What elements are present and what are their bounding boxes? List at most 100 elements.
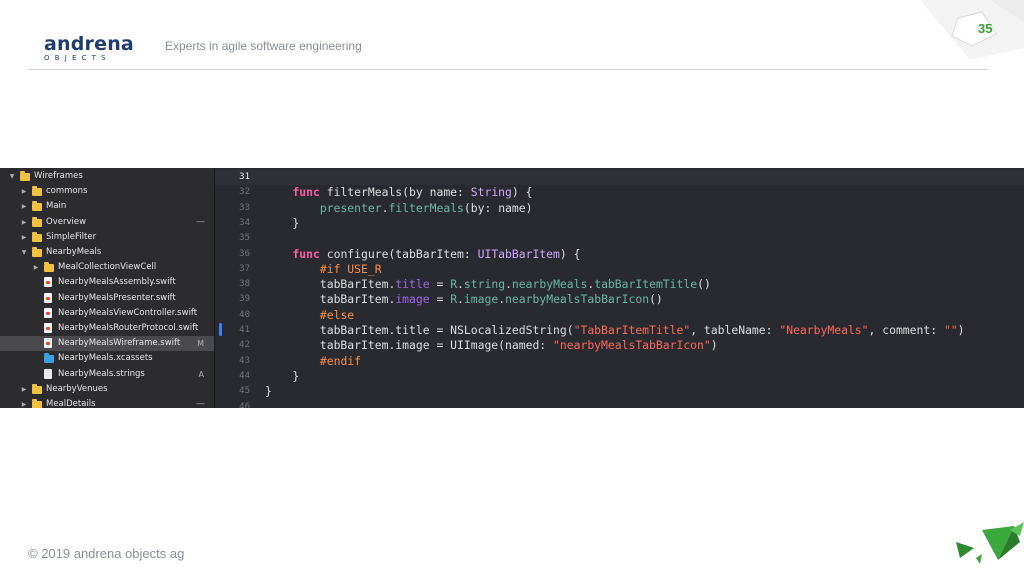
code-token: = [429, 277, 451, 292]
code-token: func [292, 185, 320, 200]
code-line[interactable]: 40 #else [215, 308, 1024, 323]
code-token: ) [710, 338, 718, 353]
code-token: UITabBarItem [477, 246, 560, 261]
code-line[interactable]: 33 presenter.filterMeals(by: name) [215, 201, 1024, 216]
code-line[interactable]: 45} [215, 384, 1024, 399]
code-token: , tableName: [690, 323, 780, 337]
code-token: . [457, 292, 464, 307]
code-text: func configure(tabBarItem: UITabBarItem)… [265, 247, 580, 262]
navigator-item[interactable]: NearbyMealsAssembly.swift [0, 275, 214, 290]
code-editor: 31 32 func filterMeals(by name: String) {… [215, 168, 1024, 408]
line-number: 36 [239, 248, 250, 259]
disclosure-expanded-icon[interactable]: ▼ [8, 169, 16, 184]
scm-status-minus: — [196, 399, 205, 408]
disclosure-collapsed-icon[interactable]: ▶ [32, 260, 40, 275]
disclosure-collapsed-icon[interactable]: ▶ [20, 199, 28, 214]
code-token: image [463, 292, 499, 307]
line-number: 37 [239, 263, 250, 274]
line-number: 41 [239, 325, 250, 335]
folder-icon [32, 216, 42, 227]
navigator-item-label: NearbyMealsViewController.swift [58, 307, 198, 318]
folder-icon [32, 201, 42, 212]
code-token: ) { [559, 246, 581, 261]
code-line[interactable]: 35 [215, 231, 1024, 246]
disclosure-collapsed-icon[interactable]: ▶ [20, 230, 28, 245]
code-token: filterMeals [388, 200, 464, 215]
code-line[interactable]: 43 #endif [215, 354, 1024, 369]
line-number: 44 [239, 370, 250, 381]
code-text: tabBarItem.title = R.string.nearbyMeals.… [265, 277, 711, 292]
navigator-item-label: NearbyMealsPresenter.swift [58, 292, 176, 303]
navigator-item[interactable]: NearbyMeals.strings A [0, 367, 214, 382]
code-token: nearbyMealsTabBarIcon [505, 292, 650, 307]
line-number: 34 [239, 217, 250, 228]
disclosure-collapsed-icon[interactable]: ▶ [20, 215, 28, 230]
code-token: tabBarItem.image = UIImage(named: [265, 338, 554, 353]
code-token: "" [943, 323, 958, 337]
navigator-item[interactable]: NearbyMealsRouterProtocol.swift [0, 321, 214, 336]
navigator-item[interactable]: ▶ NearbyVenues [0, 382, 214, 397]
navigator-item-label: NearbyMealsWireframe.swift [58, 338, 181, 349]
navigator-item-label: MealCollectionViewCell [58, 262, 157, 273]
navigator-item[interactable]: NearbyMealsViewController.swift [0, 306, 214, 321]
code-token: . [457, 277, 464, 292]
code-text: tabBarItem.image = UIImage(named: "nearb… [265, 338, 718, 353]
navigator-item[interactable]: ▶ MealCollectionViewCell [0, 260, 214, 275]
folder-icon [32, 186, 42, 197]
navigator-item[interactable]: ▼ Wireframes [0, 169, 214, 184]
navigator-item[interactable]: ▶ Main [0, 199, 214, 214]
navigator-item-label: NearbyMealsAssembly.swift [58, 277, 176, 288]
code-line[interactable]: 46 [215, 400, 1024, 409]
code-text: } [265, 369, 299, 384]
code-line[interactable]: 37 #if USE_R [215, 262, 1024, 277]
footer-copyright: © 2019 andrena objects ag [28, 546, 185, 561]
disclosure-expanded-icon[interactable]: ▼ [20, 245, 28, 260]
navigator-item-label: commons [46, 186, 88, 197]
code-token: nearbyMeals [511, 277, 588, 292]
navigator-item-label: NearbyMeals.xcassets [58, 353, 153, 364]
andrena-logo: andrena OBJECTS [44, 33, 134, 62]
logo-wordmark: andrena [44, 33, 134, 55]
header-divider [28, 69, 988, 70]
navigator-item[interactable]: ▶ SimpleFilter [0, 230, 214, 245]
navigator-item[interactable]: ▶ MealDetails — [0, 397, 214, 408]
code-token: . [505, 277, 512, 292]
navigator-item[interactable]: ▶ commons [0, 184, 214, 199]
navigator-item[interactable]: ▼ NearbyMeals [0, 245, 214, 260]
navigator-item[interactable]: NearbyMealsPresenter.swift [0, 291, 214, 306]
code-line[interactable]: 32 func filterMeals(by name: String) { [215, 185, 1024, 200]
page-number: 35 [978, 21, 993, 36]
code-line[interactable]: 36 func configure(tabBarItem: UITabBarIt… [215, 247, 1024, 262]
disclosure-collapsed-icon[interactable]: ▶ [20, 382, 28, 397]
navigator-item[interactable]: ▶ Overview — [0, 215, 214, 230]
code-line[interactable]: 38 tabBarItem.title = R.string.nearbyMea… [215, 277, 1024, 292]
code-line[interactable]: 41 tabBarItem.title = NSLocalizedString(… [215, 323, 1024, 338]
scm-status-badge: A [198, 369, 204, 379]
code-token: () [649, 292, 663, 307]
code-line[interactable]: 39 tabBarItem.image = R.image.nearbyMeal… [215, 292, 1024, 307]
code-token: String [470, 185, 512, 200]
asset-catalog-icon [44, 353, 54, 364]
xcode-screenshot: ▼ Wireframes ▶ commons ▶ Main ▶ Overview — ▶ Simpl… [0, 168, 1024, 408]
swift-file-icon [44, 338, 52, 349]
code-line[interactable]: 44 } [215, 369, 1024, 384]
code-line[interactable]: 34 } [215, 216, 1024, 231]
line-number: 42 [239, 340, 250, 351]
navigator-item[interactable]: NearbyMeals.xcassets [0, 351, 214, 366]
navigator-item-label: MealDetails [46, 399, 96, 408]
folder-icon [20, 171, 30, 181]
disclosure-collapsed-icon[interactable]: ▶ [20, 397, 28, 408]
navigator-item-label: NearbyMeals.strings [58, 368, 145, 379]
code-line[interactable]: 42 tabBarItem.image = UIImage(named: "ne… [215, 338, 1024, 353]
logo-subtitle: OBJECTS [44, 54, 111, 62]
code-line[interactable]: 31 [215, 170, 1024, 186]
code-text: tabBarItem.title = NSLocalizedString("Ta… [265, 323, 965, 338]
disclosure-collapsed-icon[interactable]: ▶ [20, 184, 28, 199]
navigator-item[interactable]: NearbyMealsWireframe.swift M [0, 336, 214, 352]
code-text: } [265, 384, 272, 399]
code-text: #if USE_R [265, 262, 382, 277]
folder-icon [44, 262, 54, 273]
